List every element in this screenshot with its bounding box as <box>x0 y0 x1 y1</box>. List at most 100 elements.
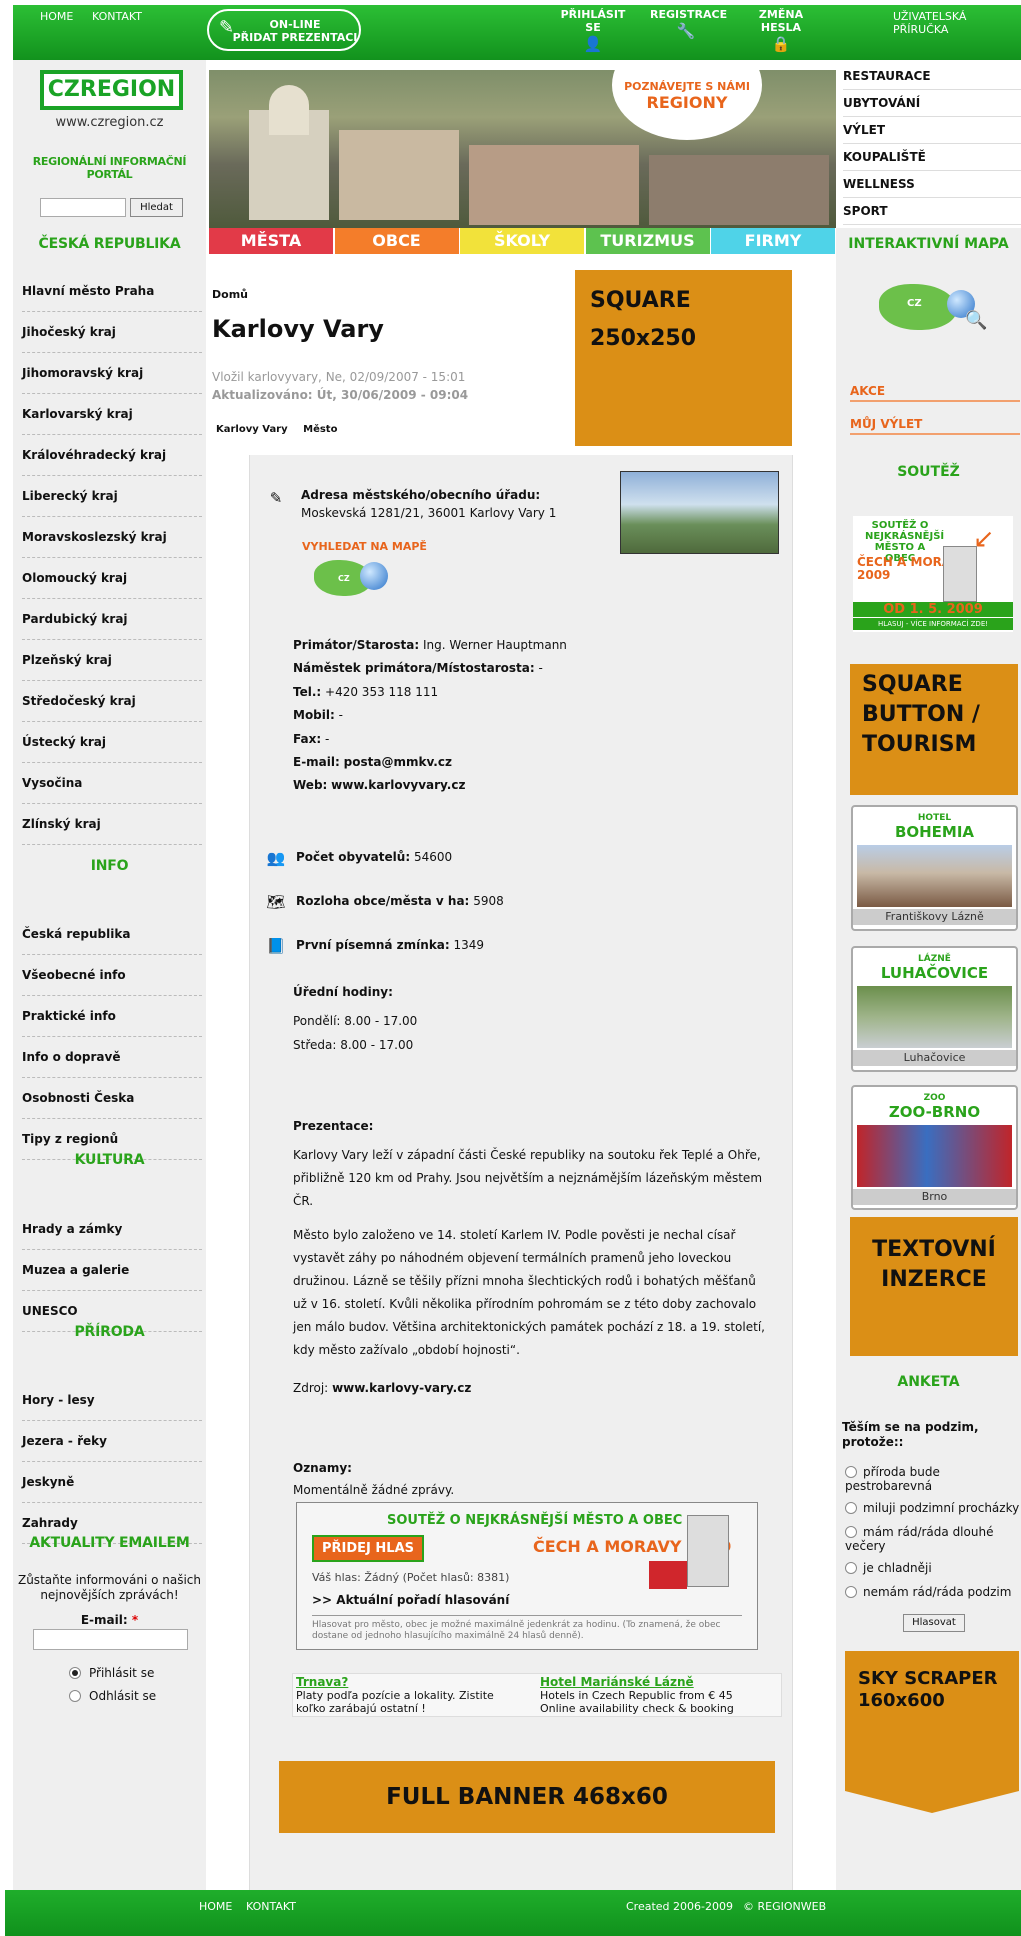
login-link[interactable]: PŘIHLÁSIT SE 👤 <box>558 8 628 54</box>
culture-link-muzea-a-galerie[interactable]: Muzea a galerie <box>22 1250 202 1291</box>
info-link-osobnosti-ceska[interactable]: Osobnosti Česka <box>22 1078 202 1119</box>
info-link-info-o-doprave[interactable]: Info o dopravě <box>22 1037 202 1078</box>
poll-vote-button[interactable]: Hlasovat <box>903 1614 965 1632</box>
region-link-moravskoslezsky-kraj[interactable]: Moravskoslezský kraj <box>22 517 202 558</box>
zoo-brno-card[interactable]: ZOO ZOO-BRNO Brno <box>851 1085 1018 1210</box>
info-link-vseobecne-info[interactable]: Všeobecné info <box>22 955 202 996</box>
info-link-ceska-republika[interactable]: Česká republika <box>22 914 202 955</box>
web-link[interactable]: www.karlovyvary.cz <box>331 778 465 792</box>
menu-item-restaurace[interactable]: RESTAURACE <box>843 63 1021 90</box>
nav-contact-link[interactable]: KONTAKT <box>92 10 142 23</box>
poll-option[interactable]: je chladněji <box>845 1561 1021 1575</box>
menu-item-vylet[interactable]: VÝLET <box>843 117 1021 144</box>
radio-icon[interactable] <box>69 1690 81 1702</box>
region-link-ustecky-kraj[interactable]: Ústecký kraj <box>22 722 202 763</box>
region-link-plzensky-kraj[interactable]: Plzeňský kraj <box>22 640 202 681</box>
ad-title[interactable]: Hotel Mariánské Lázně <box>540 1676 770 1689</box>
region-link-vysocina[interactable]: Vysočina <box>22 763 202 804</box>
radio-selected-icon[interactable] <box>69 1667 81 1679</box>
contest-box: SOUTĚŽ O NEJKRÁSNĚJŠÍ MĚSTO A OBEC ČECH … <box>296 1502 758 1650</box>
ad-item[interactable]: Hotel Mariánské Lázně Hotels in Czech Re… <box>540 1676 770 1716</box>
ad-text: Platy podľa pozície a lokality. Zistite … <box>296 1689 494 1715</box>
nature-link-jeskyne[interactable]: Jeskyně <box>22 1462 202 1503</box>
breadcrumb[interactable]: Domů <box>212 288 248 301</box>
address-value: Moskevská 1281/21, 36001 Karlovy Vary 1 <box>301 506 557 520</box>
radio-icon[interactable] <box>845 1466 857 1478</box>
full-banner-ad[interactable]: FULL BANNER 468x60 <box>279 1761 775 1833</box>
footer <box>5 1890 1021 1936</box>
menu-item-ubytovani[interactable]: UBYTOVÁNÍ <box>843 90 1021 117</box>
poll-option[interactable]: nemám rád/ráda podzim <box>845 1585 1021 1599</box>
city-thumbnail[interactable] <box>620 471 779 554</box>
email-link[interactable]: posta@mmkv.cz <box>344 755 452 769</box>
user-guide-link[interactable]: UŽIVATELSKÁ PŘÍRUČKA <box>893 10 1021 36</box>
ad-item[interactable]: Trnava? Platy podľa pozície a lokality. … <box>296 1676 526 1716</box>
culture-link-hrady-a-zamky[interactable]: Hrady a zámky <box>22 1209 202 1250</box>
area-row: Rozloha obce/města v ha: 5908 <box>296 893 504 909</box>
menu-item-koupaliste[interactable]: KOUPALIŠTĚ <box>843 144 1021 171</box>
mayor-label: Primátor/Starosta: <box>293 638 420 652</box>
square-button-ad[interactable]: SQUARE BUTTON / TOURISM <box>850 664 1018 795</box>
contest-banner[interactable]: SOUTĚŽ O NEJKRÁSNĚJŠÍ MĚSTO A OBEC ČECH … <box>853 516 1013 632</box>
source-link[interactable]: www.karlovy-vary.cz <box>332 1381 471 1395</box>
web-row: Web: www.karlovyvary.cz <box>293 777 465 793</box>
deputy-label: Náměstek primátora/Místostarosta: <box>293 661 535 675</box>
poll-option[interactable]: příroda bude pestrobarevná <box>845 1465 1021 1493</box>
region-link-hlavni-mesto-praha[interactable]: Hlavní město Praha <box>22 271 202 312</box>
footer-home-link[interactable]: HOME <box>199 1900 232 1913</box>
nav-home-link[interactable]: HOME <box>40 10 73 23</box>
my-trip-link[interactable]: MŮJ VÝLET <box>850 417 1020 435</box>
ad-title[interactable]: Trnava? <box>296 1676 526 1689</box>
square-ad[interactable]: SQUARE 250x250 <box>575 270 792 446</box>
region-link-pardubicky-kraj[interactable]: Pardubický kraj <box>22 599 202 640</box>
nature-link-jezera-reky[interactable]: Jezera - řeky <box>22 1421 202 1462</box>
skyscraper-ad[interactable]: SKY SCRAPER 160x600 <box>845 1651 1019 1791</box>
add-presentation-button[interactable]: ✎ ON-LINE PŘIDAT PREZENTACI <box>207 9 361 51</box>
radio-icon[interactable] <box>845 1586 857 1598</box>
region-link-jihomoravsky-kraj[interactable]: Jihomoravský kraj <box>22 353 202 394</box>
footer-contact-link[interactable]: KONTAKT <box>246 1900 296 1913</box>
change-password-link[interactable]: ZMĚNA HESLA 🔒 <box>741 8 821 54</box>
left-sidebar: CZREGION www.czregion.cz REGIONÁLNÍ INFO… <box>13 60 206 1890</box>
newsletter-email-input[interactable] <box>33 1629 188 1650</box>
tag-link[interactable]: Karlovy Vary <box>216 424 288 435</box>
region-link-stredocesky-kraj[interactable]: Středočeský kraj <box>22 681 202 722</box>
subscribe-option[interactable]: Přihlásit se <box>69 1666 154 1680</box>
menu-item-wellness[interactable]: WELLNESS <box>843 171 1021 198</box>
hotel-bohemia-card[interactable]: HOTEL BOHEMIA Františkovy Lázně <box>851 805 1018 931</box>
tab-obce[interactable]: OBCE <box>334 228 459 254</box>
find-on-map-link[interactable]: VYHLEDAT NA MAPĚ CZ <box>302 540 427 596</box>
tab-mesta[interactable]: MĚSTA <box>209 228 333 254</box>
tag-link[interactable]: Město <box>303 424 337 435</box>
region-link-jihocesky-kraj[interactable]: Jihočeský kraj <box>22 312 202 353</box>
poll-option[interactable]: miluji podzimní procházky <box>845 1501 1021 1515</box>
region-link-zlinsky-kraj[interactable]: Zlínský kraj <box>22 804 202 845</box>
spa-luhacovice-card[interactable]: LÁZNĚ LUHAČOVICE Luhačovice <box>851 946 1018 1072</box>
interactive-map[interactable]: CZ 🔍 <box>877 276 997 348</box>
radio-icon[interactable] <box>845 1562 857 1574</box>
region-link-liberecky-kraj[interactable]: Liberecký kraj <box>22 476 202 517</box>
tab-turizmus[interactable]: TURIZMUS <box>585 228 710 254</box>
register-link[interactable]: REGISTRACE 🔧 <box>650 8 727 41</box>
section-heading-czech-republic: ČESKÁ REPUBLIKA <box>38 236 181 252</box>
tab-firmy[interactable]: FIRMY <box>711 228 835 254</box>
search-button[interactable]: Hledat <box>130 198 183 217</box>
site-logo[interactable]: CZREGION <box>40 70 183 110</box>
search-input[interactable] <box>40 198 126 217</box>
region-link-karlovarsky-kraj[interactable]: Karlovarský kraj <box>22 394 202 435</box>
tab-skoly[interactable]: ŠKOLY <box>460 228 584 254</box>
radio-icon[interactable] <box>845 1502 857 1514</box>
region-link-olomoucky-kraj[interactable]: Olomoucký kraj <box>22 558 202 599</box>
radio-icon[interactable] <box>845 1526 857 1538</box>
hotel1-caption: Františkovy Lázně <box>853 909 1016 925</box>
current-order-link[interactable]: >> Aktuální pořadí hlasování <box>312 1593 509 1607</box>
events-link[interactable]: AKCE <box>850 384 1020 402</box>
nature-link-hory-lesy[interactable]: Hory - lesy <box>22 1380 202 1421</box>
text-ad-box[interactable]: TEXTOVNÍ INZERCE <box>850 1217 1018 1356</box>
unsubscribe-option[interactable]: Odhlásit se <box>69 1689 156 1703</box>
region-link-kralovehradecky-kraj[interactable]: Královéhradecký kraj <box>22 435 202 476</box>
add-vote-button[interactable]: PŘIDEJ HLAS <box>312 1535 424 1562</box>
poll-option[interactable]: mám rád/ráda dlouhé večery <box>845 1525 1021 1553</box>
info-link-prakticke-info[interactable]: Praktické info <box>22 996 202 1037</box>
menu-item-sport[interactable]: SPORT <box>843 198 1021 225</box>
